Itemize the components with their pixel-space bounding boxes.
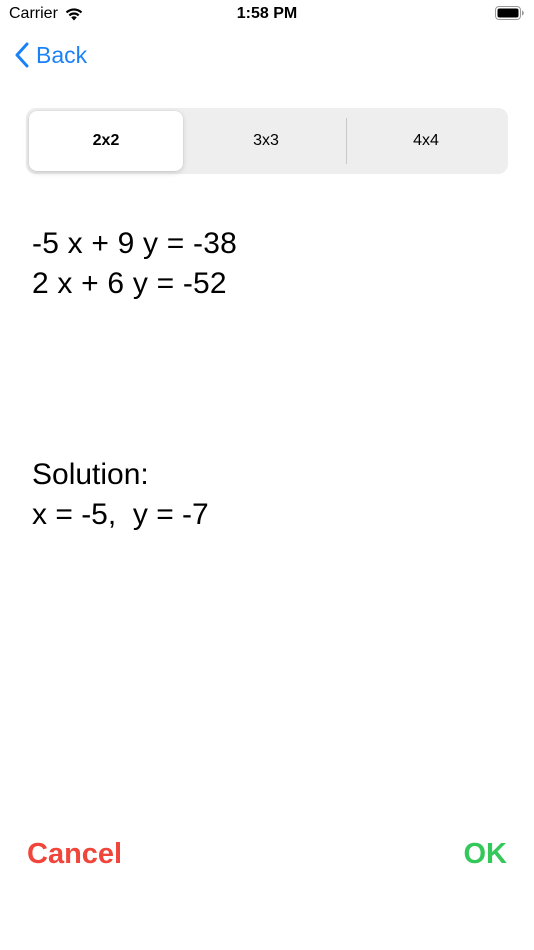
back-button[interactable]: Back [14, 38, 87, 72]
segment-label: 2x2 [92, 132, 120, 149]
equation-line: -5 x + 9 y = -38 [32, 227, 237, 260]
battery-icon [495, 6, 524, 20]
equation-system: -5 x + 9 y = -38 2 x + 6 y = -52 [32, 224, 237, 304]
segment-label: 4x4 [413, 132, 439, 149]
segment-2x2[interactable]: 2x2 [29, 111, 183, 171]
chevron-left-icon [15, 42, 29, 68]
segment-4x4[interactable]: 4x4 [347, 111, 505, 171]
segment-3x3[interactable]: 3x3 [186, 111, 346, 171]
solution-heading: Solution: [32, 458, 149, 491]
equation-line: 2 x + 6 y = -52 [32, 267, 227, 300]
segment-label: 3x3 [253, 132, 279, 149]
cancel-button[interactable]: Cancel [27, 838, 122, 871]
status-bar: Carrier 1:58 PM [0, 0, 534, 28]
ok-button[interactable]: OK [464, 838, 508, 871]
status-time: 1:58 PM [236, 5, 298, 22]
matrix-size-segmented-control: 2x2 3x3 4x4 [26, 108, 508, 174]
solution-values: x = -5, y = -7 [32, 498, 209, 531]
solution-block: Solution: x = -5, y = -7 [32, 455, 209, 535]
back-label: Back [36, 41, 88, 68]
